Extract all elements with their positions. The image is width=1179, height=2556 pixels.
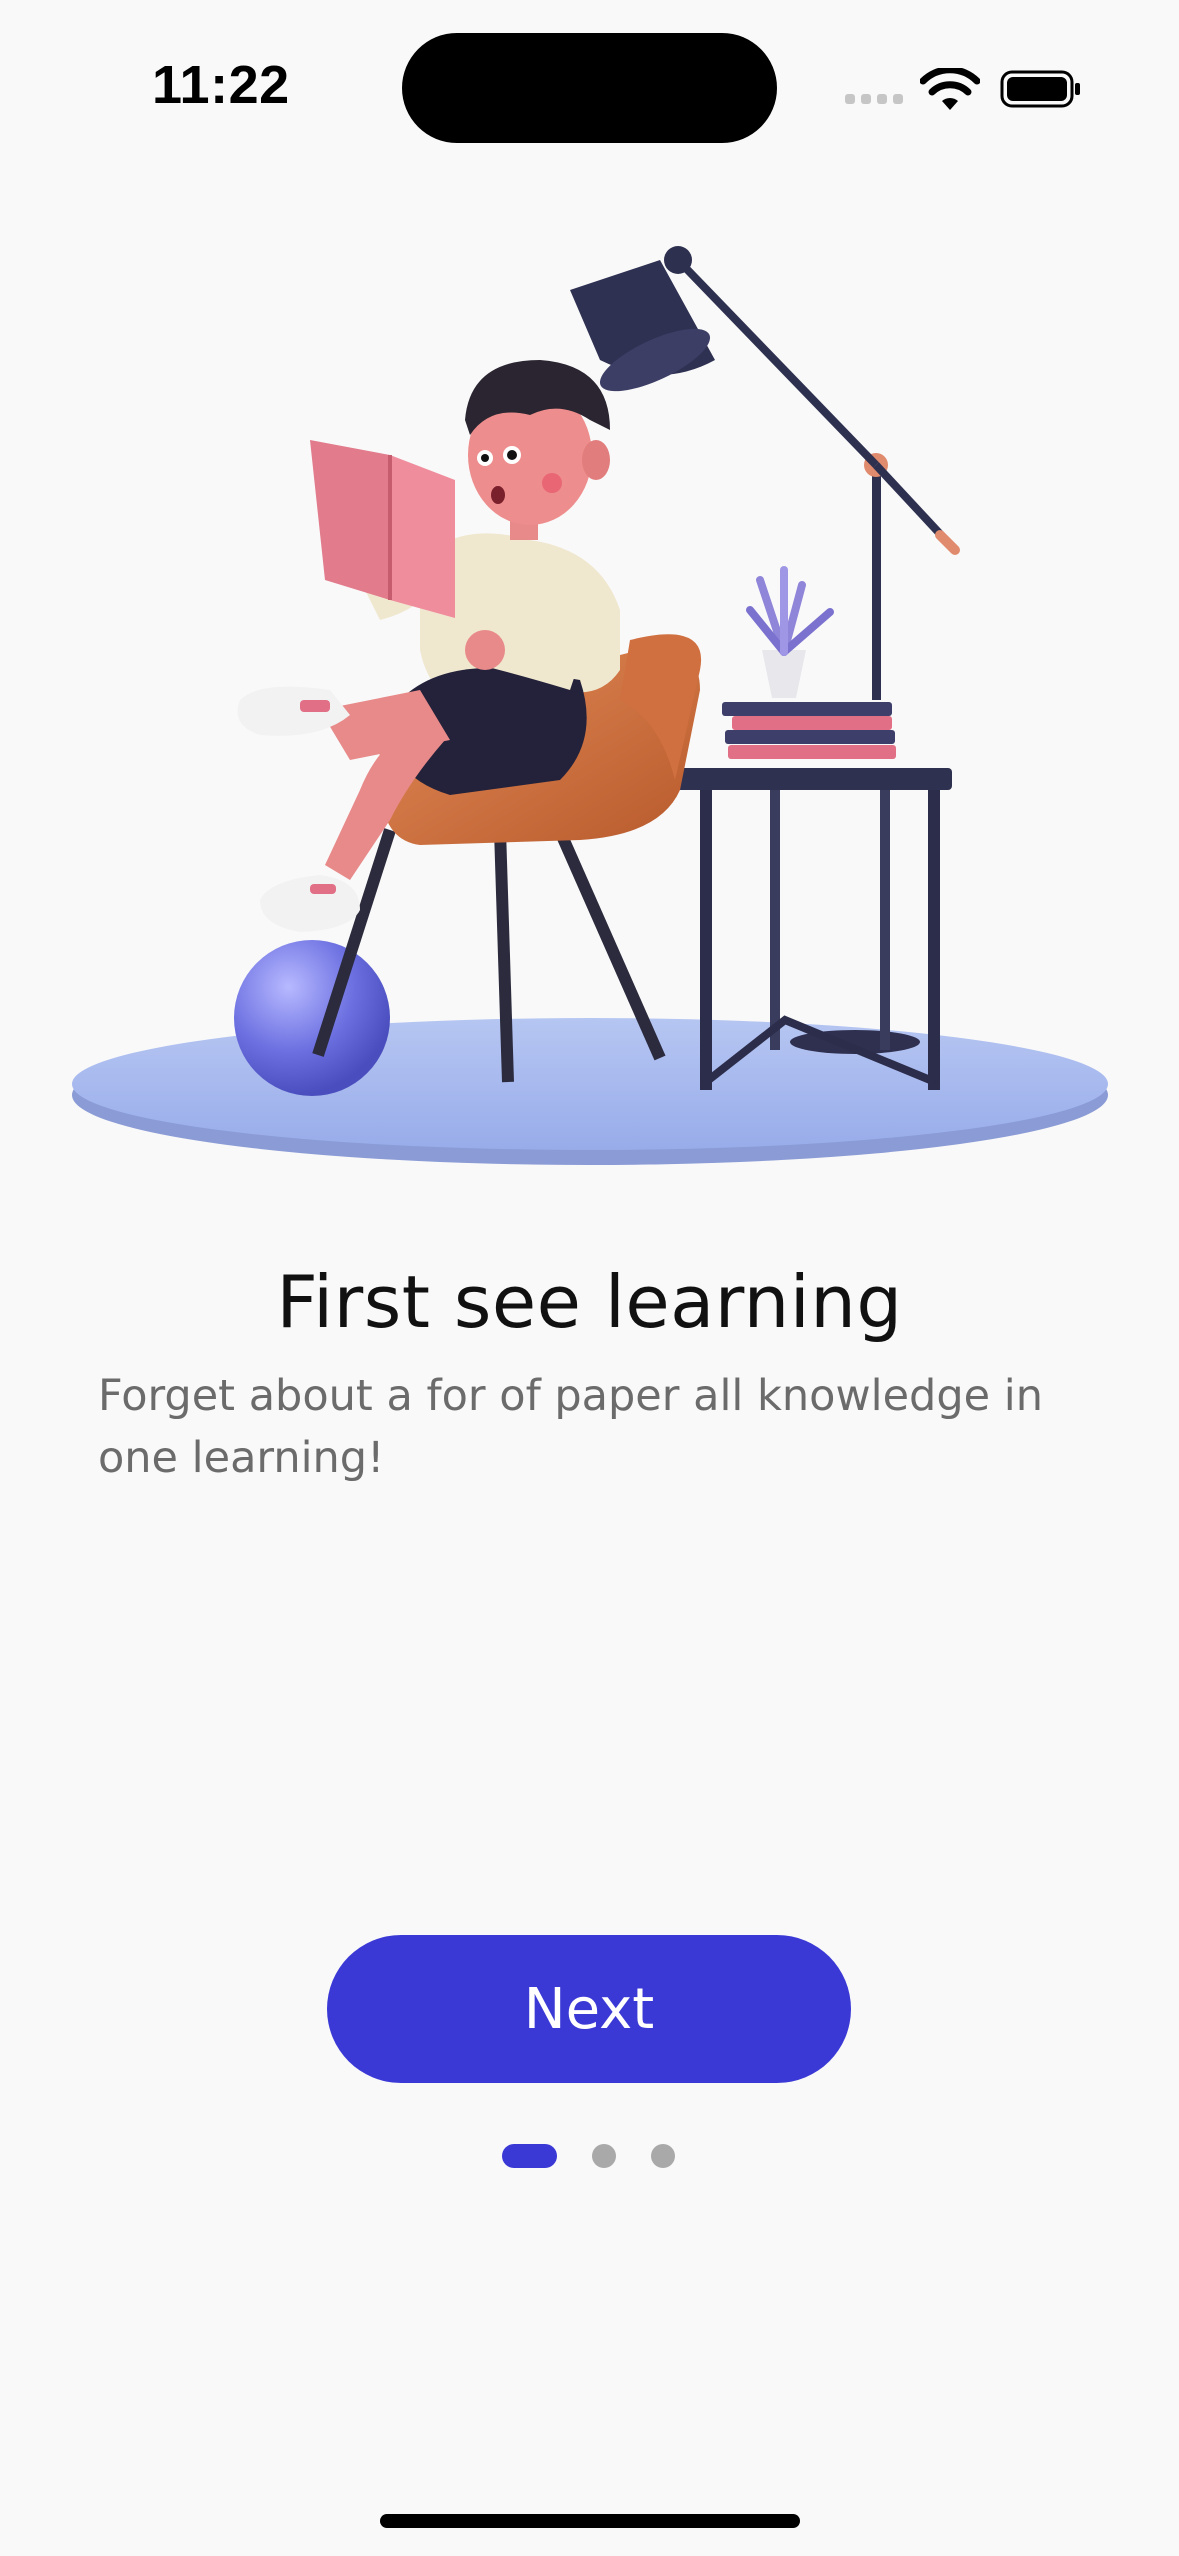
page-subtitle: Forget about a for of paper all knowledg… xyxy=(98,1371,1043,1483)
status-time: 11:22 xyxy=(152,55,290,115)
page-indicator-dot[interactable] xyxy=(651,2144,675,2168)
person-reading-in-armchair-illustration xyxy=(72,246,1108,1165)
dynamic-island xyxy=(402,33,777,143)
wifi-icon xyxy=(920,68,980,110)
home-indicator xyxy=(380,2514,800,2528)
next-button[interactable]: Next xyxy=(327,1935,851,2083)
cellular-signal-icon xyxy=(845,94,905,104)
page-indicator-dot[interactable] xyxy=(592,2144,616,2168)
page-title: First see learning xyxy=(276,1260,903,1344)
battery-icon xyxy=(1000,70,1080,108)
page-indicator-active[interactable] xyxy=(502,2144,557,2168)
